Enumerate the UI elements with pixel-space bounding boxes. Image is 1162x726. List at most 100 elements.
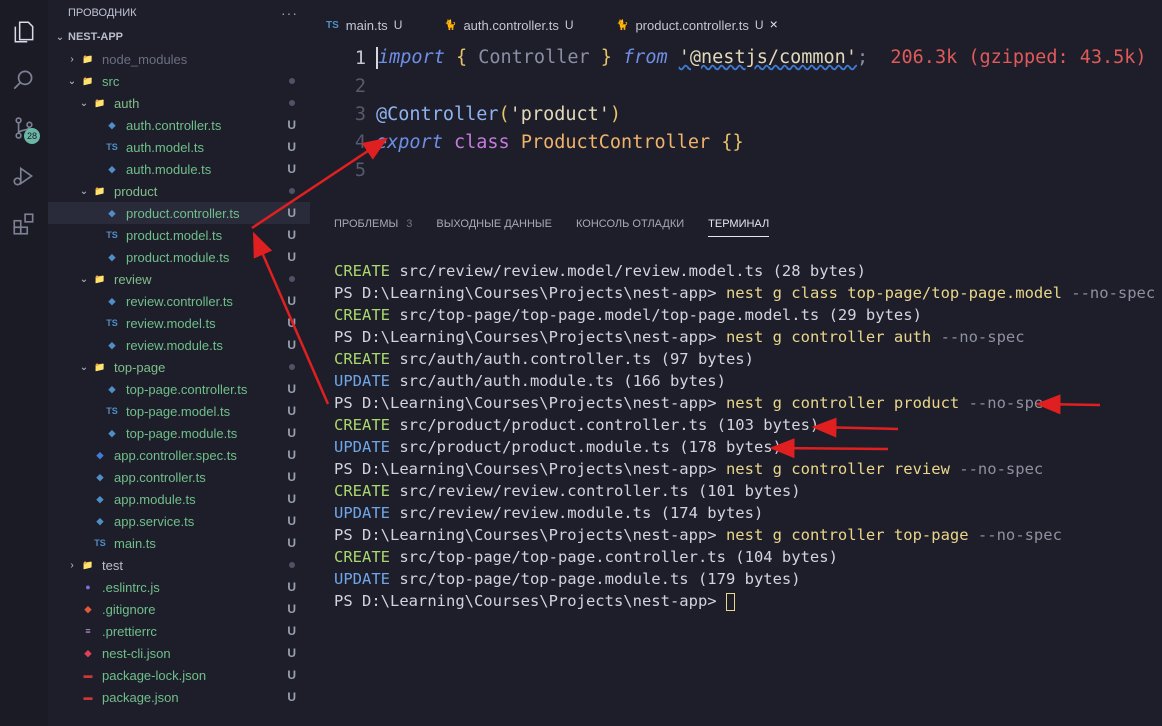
- tree-file[interactable]: TS product.model.ts U: [48, 224, 310, 246]
- modified-dot-icon: [289, 78, 295, 84]
- tree-item-label: test: [102, 557, 123, 573]
- git-status-badge: U: [287, 162, 296, 176]
- line-number: 1: [354, 47, 366, 69]
- tree-file[interactable]: TS review.model.ts U: [48, 312, 310, 334]
- command-flag: --no-spec: [1061, 284, 1156, 302]
- tree-file[interactable]: ◆ app.module.ts U: [48, 488, 310, 510]
- more-actions-icon[interactable]: ···: [281, 5, 298, 21]
- terminal-line: CREATE src/review/review.model/review.mo…: [334, 260, 1155, 282]
- nest-icon: ◆: [108, 295, 116, 306]
- tree-item-label: nest-cli.json: [102, 645, 171, 661]
- folder-icon: 📁: [94, 97, 106, 108]
- code-line: 1 import { Controller } from '@nestjs/com…: [310, 44, 1147, 72]
- activity-bar: 28: [0, 0, 48, 726]
- nest-icon: ◆: [96, 515, 104, 526]
- source-control-icon[interactable]: [0, 104, 48, 152]
- tab-problems[interactable]: ПРОБЛЕМЫ 3: [334, 218, 412, 237]
- tab-terminal[interactable]: ТЕРМИНАЛ: [708, 218, 770, 237]
- tree-item-label: top-page.module.ts: [126, 425, 238, 441]
- code-editor[interactable]: 1 import { Controller } from '@nestjs/com…: [310, 44, 1162, 194]
- tree-file[interactable]: ◆ product.module.ts U: [48, 246, 310, 268]
- tab-output[interactable]: ВЫХОДНЫЕ ДАННЫЕ: [436, 218, 552, 237]
- code-token: import: [378, 47, 445, 68]
- shell-prompt: PS D:\Learning\Courses\Projects\nest-app…: [334, 328, 717, 346]
- folder-icon: 📁: [94, 361, 106, 372]
- panel-tabs: ПРОБЛЕМЫ 3 ВЫХОДНЫЕ ДАННЫЕ КОНСОЛЬ ОТЛАДК…: [334, 218, 793, 237]
- ts-icon: TS: [106, 406, 118, 416]
- tree-folder[interactable]: ⌄ 📁 src: [48, 70, 310, 92]
- git-status-badge: U: [287, 514, 296, 528]
- terminal-output[interactable]: CREATE src/review/review.model/review.mo…: [334, 260, 1155, 612]
- tree-item-label: main.ts: [114, 535, 156, 551]
- code-token: class: [453, 131, 510, 153]
- output-path: src/auth/auth.controller.ts (97 bytes): [390, 350, 754, 368]
- tree-file[interactable]: ● .eslintrc.js U: [48, 576, 310, 598]
- tree-file[interactable]: TS auth.model.ts U: [48, 136, 310, 158]
- nest-icon: ◆: [108, 427, 116, 438]
- tree-file[interactable]: ◆ app.controller.ts U: [48, 466, 310, 488]
- modified-dot-icon: [289, 188, 295, 194]
- bottom-panel: ПРОБЛЕМЫ 3 ВЫХОДНЫЕ ДАННЫЕ КОНСОЛЬ ОТЛАДК…: [310, 200, 1162, 726]
- tree-file[interactable]: ≡ .prettierrc U: [48, 620, 310, 642]
- tree-file[interactable]: ◆ auth.controller.ts U: [48, 114, 310, 136]
- explorer-icon[interactable]: [0, 8, 48, 56]
- tree-item-label: auth: [114, 95, 140, 111]
- shell-prompt: PS D:\Learning\Courses\Projects\nest-app…: [334, 526, 717, 544]
- tree-folder[interactable]: › 📁 node_modules: [48, 48, 310, 70]
- terminal-line: PS D:\Learning\Courses\Projects\nest-app…: [334, 326, 1155, 348]
- nest-icon: ◆: [108, 383, 116, 394]
- tree-file[interactable]: ◆ product.controller.ts U: [48, 202, 310, 224]
- run-debug-icon[interactable]: [0, 152, 48, 200]
- create-label: CREATE: [334, 262, 390, 280]
- tree-item-label: auth.controller.ts: [126, 117, 222, 133]
- source-control-badge: 28: [24, 128, 41, 144]
- git-status-badge: U: [287, 228, 296, 242]
- tree-folder[interactable]: › 📁 test: [48, 554, 310, 576]
- tree-file[interactable]: TS main.ts U: [48, 532, 310, 554]
- tree-file[interactable]: ◆ review.controller.ts U: [48, 290, 310, 312]
- npm-icon: ▬: [83, 670, 93, 680]
- nest-spec-icon: ◆: [96, 449, 104, 460]
- nest-icon: ◆: [108, 163, 116, 174]
- tree-file[interactable]: ▬ package.json U: [48, 686, 310, 708]
- tree-folder[interactable]: ⌄ 📁 auth: [48, 92, 310, 114]
- extensions-icon[interactable]: [0, 200, 48, 248]
- tree-file[interactable]: ◆ app.controller.spec.ts U: [48, 444, 310, 466]
- tree-file[interactable]: ◆ auth.module.ts U: [48, 158, 310, 180]
- code-token: Controller: [467, 47, 601, 68]
- tree-file[interactable]: ◆ app.service.ts U: [48, 510, 310, 532]
- tree-file[interactable]: ◆ .gitignore U: [48, 598, 310, 620]
- tree-file[interactable]: TS top-page.model.ts U: [48, 400, 310, 422]
- code-token: {}: [721, 131, 744, 153]
- search-icon[interactable]: [0, 56, 48, 104]
- git-status-badge: U: [287, 602, 296, 616]
- tree-item-label: product.model.ts: [126, 227, 223, 243]
- tree-folder[interactable]: ⌄ 📁 product: [48, 180, 310, 202]
- output-path: src/product/product.controller.ts (103 b…: [390, 416, 820, 434]
- tree-file[interactable]: ◆ review.module.ts U: [48, 334, 310, 356]
- git-status-badge: U: [287, 668, 296, 682]
- tree-file[interactable]: ◆ top-page.controller.ts U: [48, 378, 310, 400]
- tab-debug-console[interactable]: КОНСОЛЬ ОТЛАДКИ: [576, 218, 684, 237]
- tree-item-label: product.controller.ts: [126, 205, 240, 221]
- tree-folder[interactable]: ⌄ 📁 top-page: [48, 356, 310, 378]
- tree-item-label: app.module.ts: [114, 491, 196, 507]
- tree-file[interactable]: ◆ nest-cli.json U: [48, 642, 310, 664]
- tree-item-label: .gitignore: [102, 601, 156, 617]
- tree-file[interactable]: ◆ top-page.module.ts U: [48, 422, 310, 444]
- close-tab-icon[interactable]: ×: [770, 16, 778, 32]
- tree-folder[interactable]: ⌄ 📁 review: [48, 268, 310, 290]
- project-root[interactable]: ⌄ NEST-APP: [48, 26, 310, 48]
- explorer-header: ПРОВОДНИК ···: [48, 0, 310, 26]
- tree-file[interactable]: ▬ package-lock.json U: [48, 664, 310, 686]
- terminal-line: UPDATE src/auth/auth.module.ts (166 byte…: [334, 370, 1155, 392]
- update-label: UPDATE: [334, 438, 390, 456]
- ts-icon: TS: [106, 230, 118, 240]
